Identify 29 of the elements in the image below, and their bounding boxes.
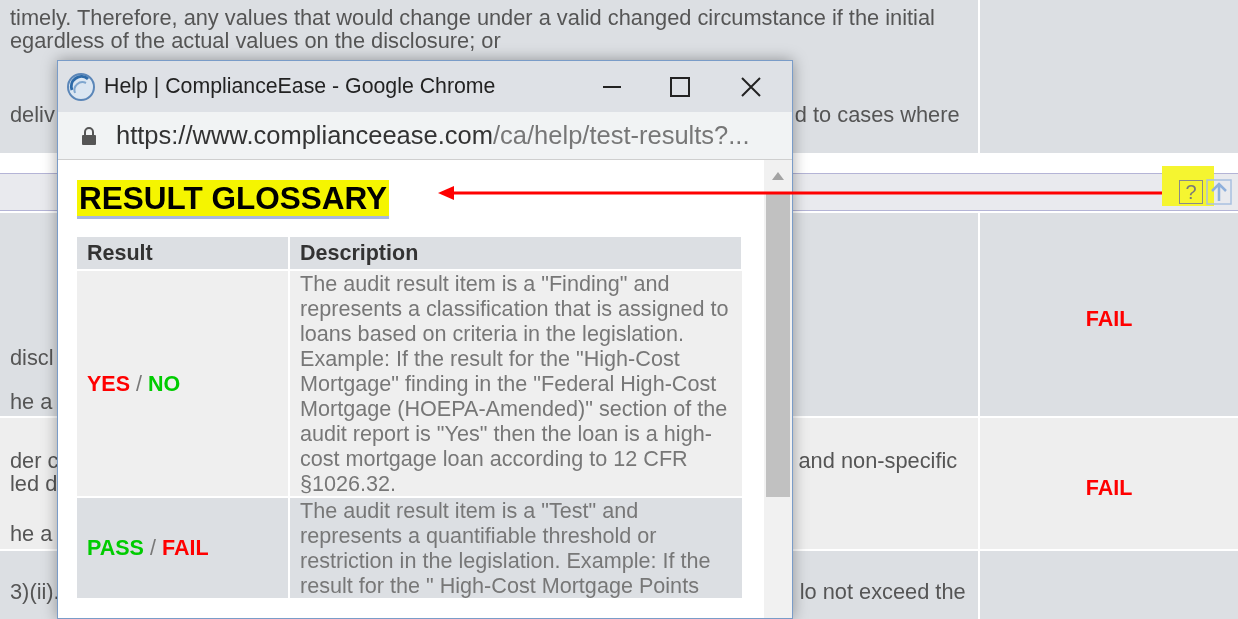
result-label: PASS / FAIL bbox=[87, 536, 209, 561]
body-text: and non-specific bbox=[798, 449, 958, 472]
app-logo-icon bbox=[66, 71, 96, 102]
url-text[interactable]: https://www.complianceease.com/ca/help/test-results?... bbox=[116, 116, 750, 155]
body-text: der c bbox=[10, 449, 59, 472]
body-text: he a bbox=[10, 390, 53, 413]
close-icon[interactable] bbox=[740, 75, 762, 98]
help-button[interactable]: ? bbox=[1179, 180, 1203, 204]
body-text: d to cases where bbox=[794, 103, 960, 126]
body-text: 3)(ii). bbox=[10, 580, 60, 603]
scrollbar[interactable] bbox=[764, 160, 792, 618]
body-text: led d bbox=[10, 472, 58, 495]
window-title: Help | ComplianceEase - Google Chrome bbox=[104, 72, 496, 100]
body-text: discl bbox=[10, 346, 54, 369]
body-text: lo not exceed the bbox=[799, 580, 966, 603]
result-label: YES / NO bbox=[87, 371, 181, 396]
result-status: FAIL bbox=[1085, 475, 1133, 496]
maximize-icon[interactable] bbox=[670, 76, 690, 97]
body-text: timely. Therefore, any values that would change under a valid changed circumstance if the initial bbox=[10, 6, 935, 29]
glossary-heading: RESULT GLOSSARY bbox=[77, 180, 390, 219]
description-text: The audit result item is a "Finding" and represents a classification that is assigned to loans based on criteria in the legislation. Example: If the result for the "High-Cost Mortgage" finding in the "Federal High-Cost Mortgage (HOEPA-Amended)" section of the audit report is "Yes" then the loan is a high-cost mortgage loan according to 12 CFR §1026.32. bbox=[300, 271, 730, 497]
body-text: deliv bbox=[10, 103, 55, 126]
result-status: FAIL bbox=[1085, 306, 1133, 327]
scroll-thumb[interactable] bbox=[766, 192, 790, 497]
body-text: egardless of the actual values on the disclosure; or bbox=[10, 29, 501, 52]
description-text: The audit result item is a "Test" and represents a quantifiable threshold or restriction in the legislation. Example: If the result for the " High-Cost Mortgage Points bbox=[300, 498, 712, 599]
lock-icon bbox=[82, 126, 96, 145]
scroll-up-icon[interactable] bbox=[772, 172, 784, 180]
body-text: he a bbox=[10, 522, 53, 545]
